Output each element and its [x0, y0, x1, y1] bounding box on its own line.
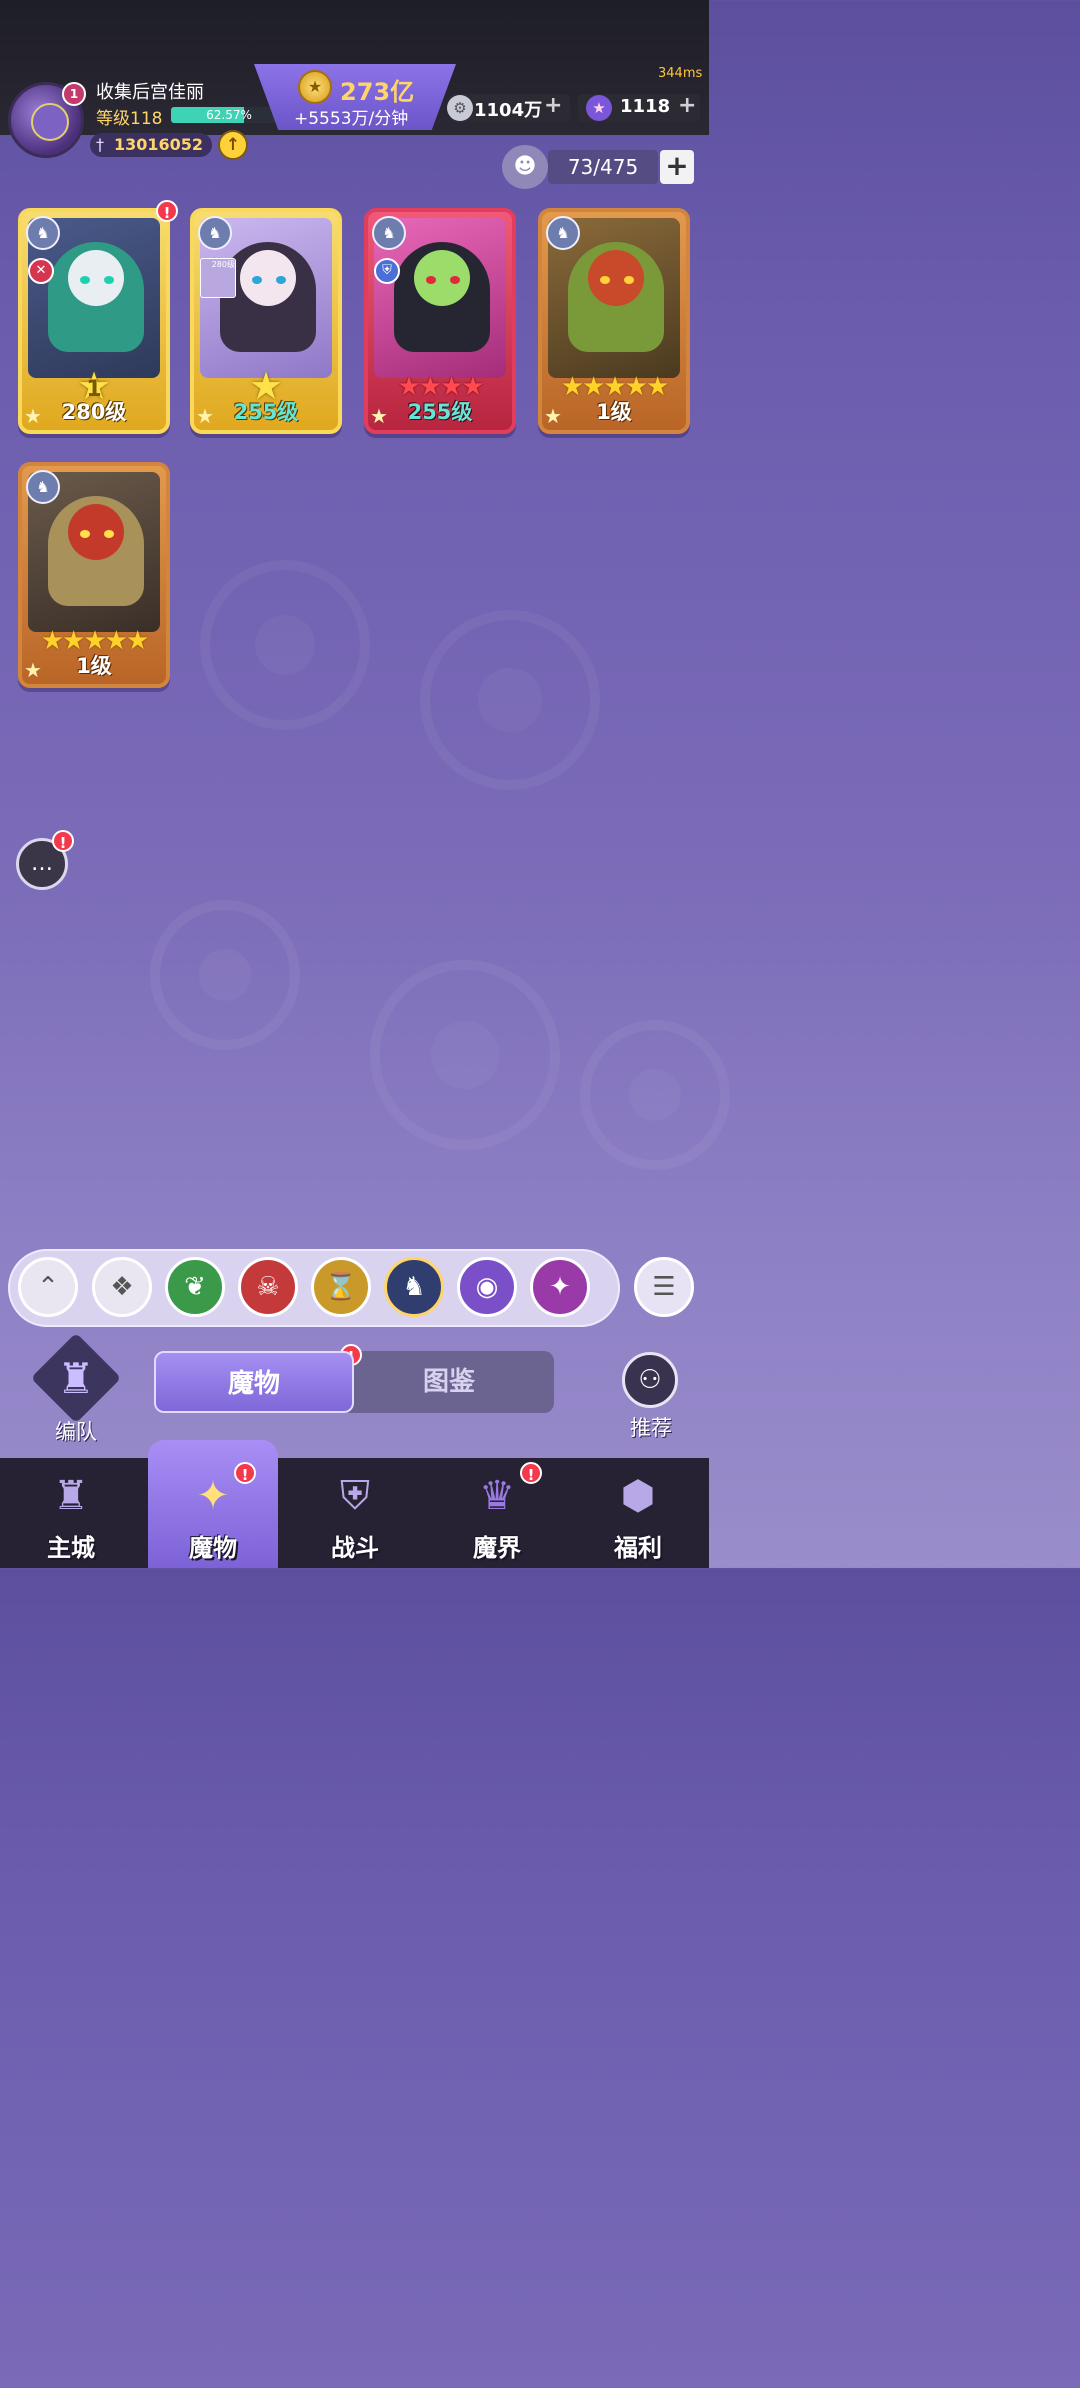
shield-tag-icon: ⛨: [374, 258, 400, 284]
filter-eye-button[interactable]: ◉: [457, 1257, 517, 1317]
monster-card[interactable]: ♞ ✕ ★ 1 ★ 280级: [18, 208, 170, 434]
formation-button[interactable]: ♜ 编队: [30, 1332, 122, 1444]
monster-head: [414, 250, 470, 306]
gold-amount: 273亿: [340, 78, 415, 106]
nav-notification-badge: !: [520, 1462, 542, 1484]
nav-welfare[interactable]: ⬢ 福利: [567, 1440, 709, 1568]
card-notification-badge: !: [156, 200, 178, 222]
sword-icon: †: [96, 135, 104, 154]
card-level: 1级: [76, 654, 112, 678]
gem-add-button[interactable]: +: [678, 93, 696, 118]
filter-diamond-button[interactable]: ❖: [92, 1257, 152, 1317]
monster-card[interactable]: ♞ 280级 ★ ★ 255级: [190, 208, 342, 434]
player-name: 收集后宫佳丽: [96, 82, 204, 103]
monster-eye: [426, 276, 436, 284]
background-pattern: [370, 960, 560, 1150]
card-level: 255级: [407, 400, 473, 424]
filter-time-button[interactable]: ⌛: [311, 1257, 371, 1317]
capacity-add-button[interactable]: +: [660, 150, 694, 184]
monster-eye: [252, 276, 262, 284]
tab-monsters[interactable]: 魔物: [154, 1351, 354, 1413]
monster-head: [588, 250, 644, 306]
silver-add-button[interactable]: +: [544, 93, 562, 118]
filter-all-button[interactable]: ⌃: [18, 1257, 78, 1317]
star-gem-icon: ★: [586, 95, 612, 121]
monster-eye: [450, 276, 460, 284]
filter-demon-button[interactable]: ☠: [238, 1257, 298, 1317]
nav-label: 战斗: [331, 1534, 379, 1562]
dragon-faction-icon: ♞: [26, 470, 60, 504]
nav-label: 魔物: [189, 1534, 237, 1562]
chess-rook-icon: ♜: [57, 1354, 95, 1403]
monster-card[interactable]: ♞ ★★★★★ ★ 1级: [18, 462, 170, 688]
dragon-faction-icon: ♞: [372, 216, 406, 250]
filter-dragon-button[interactable]: ♞: [384, 1257, 444, 1317]
gem-currency-value: 1118: [620, 96, 671, 117]
card-level: 1级: [596, 400, 632, 424]
latency-indicator: 344ms: [658, 66, 703, 81]
background-pattern: [200, 560, 370, 730]
upgrade-button[interactable]: ↑: [218, 130, 248, 160]
monster-eye: [104, 276, 114, 284]
exp-bar: 62.57%: [171, 107, 287, 123]
exp-percent: 62.57%: [206, 108, 252, 122]
sword-tag-icon: ✕: [28, 258, 54, 284]
nav-label: 主城: [47, 1534, 95, 1562]
monster-head: [68, 250, 124, 306]
power-value: 13016052: [114, 135, 204, 154]
background-pattern: [580, 1020, 730, 1170]
sort-button[interactable]: ☰: [634, 1257, 694, 1317]
monster-eye: [104, 530, 114, 538]
monster-eye: [600, 276, 610, 284]
linked-monster-portrait: 280级: [200, 258, 236, 298]
card-level: 255级: [233, 400, 299, 424]
nav-label: 福利: [614, 1534, 662, 1562]
nav-monsters[interactable]: ✦ 魔物: [142, 1440, 284, 1568]
monster-head: [240, 250, 296, 306]
player-level: 等级118: [96, 109, 163, 129]
nav-notification-badge: !: [234, 1462, 256, 1484]
nav-main-city[interactable]: ♜ 主城: [0, 1440, 142, 1568]
monster-capacity-icon: ☻: [502, 145, 548, 189]
gold-rate: +5553万/分钟: [294, 109, 409, 129]
chat-notification-badge: !: [52, 830, 74, 852]
background-pattern: [150, 900, 300, 1050]
dragon-faction-icon: ♞: [198, 216, 232, 250]
monster-card[interactable]: ♞ ★★★★★ ★ 1级: [538, 208, 690, 434]
background-pattern: [420, 610, 600, 790]
filter-nature-button[interactable]: ❦: [165, 1257, 225, 1317]
monster-eye: [624, 276, 634, 284]
capacity-count: 73/475: [567, 155, 639, 179]
tab-codex[interactable]: 图鉴: [344, 1351, 554, 1413]
avatar-face: [31, 103, 69, 141]
nav-battle[interactable]: ⛨ 战斗: [284, 1440, 426, 1568]
gold-coin-icon: ★: [298, 70, 332, 104]
shield-sword-icon: ⛨: [340, 1473, 370, 1519]
nav-demon-realm[interactable]: ♛ 魔界: [426, 1440, 568, 1568]
silver-currency-value: 1104万: [474, 100, 543, 121]
monster-eye: [276, 276, 286, 284]
monster-eye: [80, 530, 90, 538]
avatar-badge: 1: [62, 82, 86, 106]
nav-label: 魔界: [473, 1534, 521, 1562]
filter-chaos-button[interactable]: ✦: [530, 1257, 590, 1317]
recommend-label: 推荐: [630, 1416, 672, 1440]
monster-eye: [80, 276, 90, 284]
treasure-chest-icon: ⬢: [620, 1473, 656, 1519]
dragon-faction-icon: ♞: [26, 216, 60, 250]
recommend-button[interactable]: ⚇ 推荐: [614, 1350, 688, 1444]
group-icon: ⚇: [622, 1352, 678, 1408]
card-level: 280级: [61, 400, 127, 424]
monster-card[interactable]: ♞ ⛨ ★★★★ ★ 255级: [364, 208, 516, 434]
castle-icon: ♜: [53, 1473, 89, 1519]
dragon-faction-icon: ♞: [546, 216, 580, 250]
monster-head: [68, 504, 124, 560]
silver-coin-icon: ⚙: [447, 95, 473, 121]
